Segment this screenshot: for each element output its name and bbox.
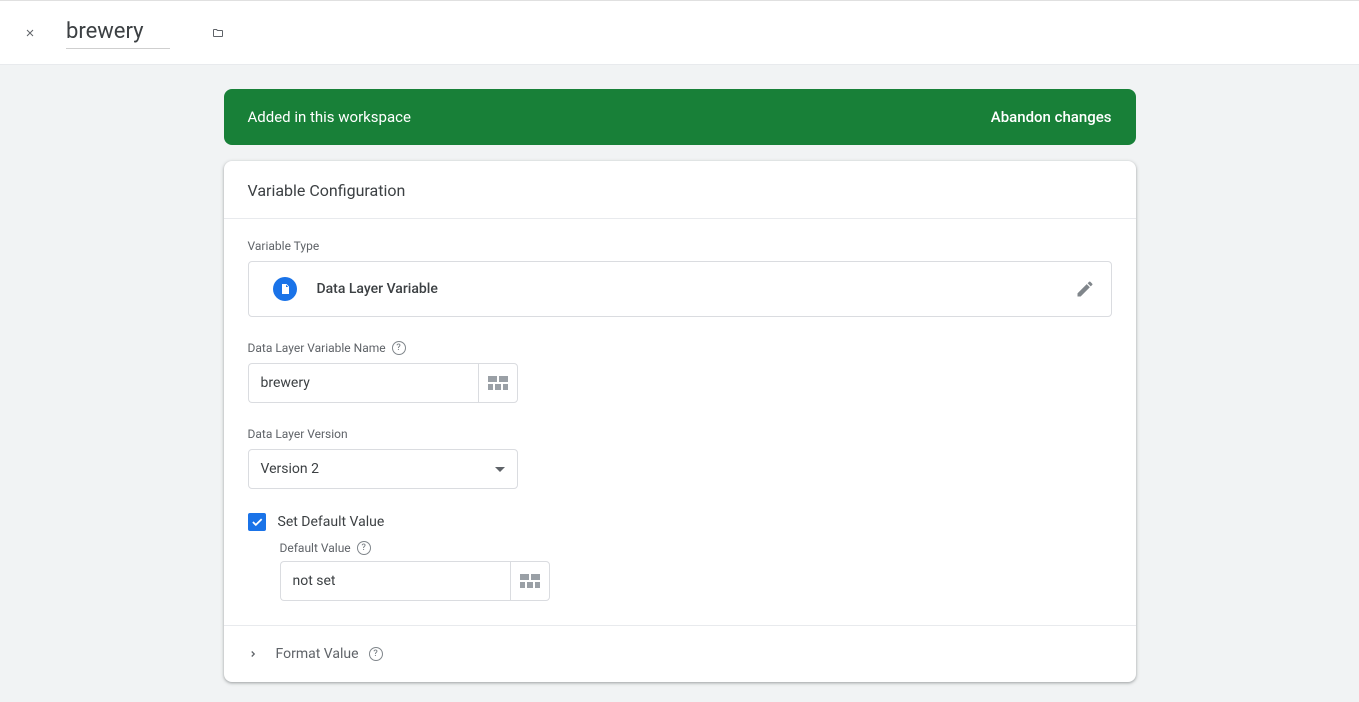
- dlv-name-input[interactable]: [248, 363, 478, 403]
- dlv-version-label: Data Layer Version: [248, 427, 1112, 441]
- dlv-version-select[interactable]: Version 2: [248, 449, 518, 489]
- check-icon: [250, 515, 264, 529]
- variable-type-left: Data Layer Variable: [273, 277, 438, 301]
- title-wrap: [66, 17, 170, 49]
- variable-name-input[interactable]: [66, 17, 170, 47]
- set-default-row: Set Default Value: [248, 513, 1112, 531]
- format-value-row[interactable]: Format Value ?: [224, 626, 1136, 682]
- format-value-label: Format Value: [276, 646, 359, 662]
- brick-icon: [488, 376, 508, 390]
- default-value-input[interactable]: [280, 561, 510, 601]
- canvas: Added in this workspace Abandon changes …: [0, 65, 1359, 702]
- insert-variable-button[interactable]: [478, 363, 518, 403]
- help-icon[interactable]: ?: [392, 341, 406, 355]
- default-value-input-group: [280, 561, 550, 601]
- folder-icon: [212, 23, 224, 43]
- dlv-name-label-text: Data Layer Variable Name: [248, 341, 386, 355]
- status-message: Added in this workspace: [248, 108, 411, 126]
- set-default-checkbox[interactable]: [248, 513, 266, 531]
- brick-icon: [520, 574, 540, 588]
- content-column: Added in this workspace Abandon changes …: [224, 89, 1136, 682]
- variable-type-selector[interactable]: Data Layer Variable: [248, 261, 1112, 317]
- card-title: Variable Configuration: [224, 161, 1136, 219]
- insert-variable-button[interactable]: [510, 561, 550, 601]
- default-value-label-text: Default Value: [280, 541, 351, 555]
- card-body: Variable Type Data Layer Variable Data L…: [224, 219, 1136, 626]
- data-layer-icon: [273, 277, 297, 301]
- close-button[interactable]: [18, 21, 42, 45]
- dialog-header: [0, 1, 1359, 65]
- folder-button[interactable]: [206, 21, 230, 45]
- variable-type-label: Variable Type: [248, 239, 1112, 253]
- help-icon[interactable]: ?: [357, 541, 371, 555]
- variable-type-name: Data Layer Variable: [317, 281, 438, 297]
- variable-config-card: Variable Configuration Variable Type Dat…: [224, 161, 1136, 682]
- default-value-label: Default Value ?: [280, 541, 1112, 555]
- set-default-label: Set Default Value: [278, 514, 385, 530]
- dlv-name-input-group: [248, 363, 518, 403]
- caret-down-icon: [495, 467, 505, 472]
- dlv-version-value: Version 2: [261, 461, 319, 477]
- help-icon[interactable]: ?: [369, 647, 383, 661]
- edit-icon: [1075, 279, 1095, 299]
- chevron-right-icon: [248, 649, 258, 659]
- dlv-name-label: Data Layer Variable Name ?: [248, 341, 1112, 355]
- abandon-changes-button[interactable]: Abandon changes: [991, 108, 1112, 126]
- workspace-status-bar: Added in this workspace Abandon changes: [224, 89, 1136, 145]
- close-icon: [24, 25, 36, 41]
- default-value-block: Default Value ?: [248, 541, 1112, 601]
